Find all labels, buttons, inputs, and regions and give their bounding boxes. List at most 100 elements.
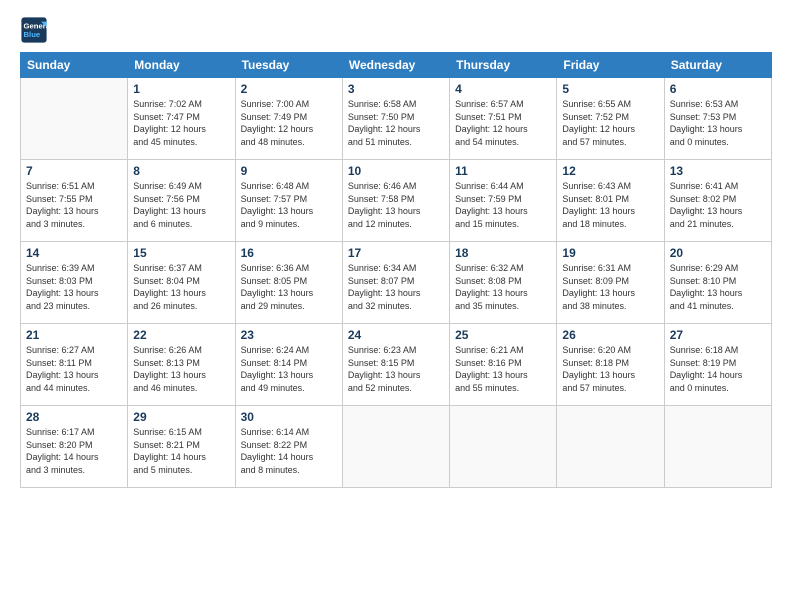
- day-number: 23: [241, 328, 337, 342]
- day-number: 3: [348, 82, 444, 96]
- day-cell: 21Sunrise: 6:27 AMSunset: 8:11 PMDayligh…: [21, 324, 128, 406]
- day-cell: 9 Sunrise: 6:48 AMSunset: 7:57 PMDaylight…: [235, 160, 342, 242]
- day-header-monday: Monday: [128, 53, 235, 78]
- day-cell: 19 Sunrise: 6:31 AMSunset: 8:09 PMDayligh…: [557, 242, 664, 324]
- day-number: 28: [26, 410, 122, 424]
- day-info: Sunrise: 6:14 AMSunset: 8:22 PMDaylight:…: [241, 426, 337, 476]
- day-number: 30: [241, 410, 337, 424]
- day-cell: [342, 406, 449, 488]
- day-cell: 27 Sunrise: 6:18 AMSunset: 8:19 PMDayligh…: [664, 324, 771, 406]
- calendar-table: SundayMondayTuesdayWednesdayThursdayFrid…: [20, 52, 772, 488]
- day-cell: 11 Sunrise: 6:44 AMSunset: 7:59 PMDayligh…: [450, 160, 557, 242]
- day-cell: 26Sunrise: 6:20 AMSunset: 8:18 PMDayligh…: [557, 324, 664, 406]
- day-cell: 29 Sunrise: 6:15 AMSunset: 8:21 PMDayligh…: [128, 406, 235, 488]
- day-number: 10: [348, 164, 444, 178]
- day-cell: 24Sunrise: 6:23 AMSunset: 8:15 PMDayligh…: [342, 324, 449, 406]
- day-number: 20: [670, 246, 766, 260]
- day-number: 27: [670, 328, 766, 342]
- day-cell: 16 Sunrise: 6:36 AMSunset: 8:05 PMDayligh…: [235, 242, 342, 324]
- day-cell: 13 Sunrise: 6:41 AMSunset: 8:02 PMDayligh…: [664, 160, 771, 242]
- svg-text:Blue: Blue: [24, 30, 41, 39]
- day-number: 11: [455, 164, 551, 178]
- day-cell: 20 Sunrise: 6:29 AMSunset: 8:10 PMDayligh…: [664, 242, 771, 324]
- day-number: 25: [455, 328, 551, 342]
- day-number: 19: [562, 246, 658, 260]
- day-number: 14: [26, 246, 122, 260]
- day-number: 9: [241, 164, 337, 178]
- day-cell: 4 Sunrise: 6:57 AMSunset: 7:51 PMDaylight…: [450, 78, 557, 160]
- day-cell: 15 Sunrise: 6:37 AMSunset: 8:04 PMDayligh…: [128, 242, 235, 324]
- day-cell: 28 Sunrise: 6:17 AMSunset: 8:20 PMDayligh…: [21, 406, 128, 488]
- day-info: Sunrise: 6:53 AMSunset: 7:53 PMDaylight:…: [670, 98, 766, 148]
- day-cell: 10 Sunrise: 6:46 AMSunset: 7:58 PMDayligh…: [342, 160, 449, 242]
- day-header-tuesday: Tuesday: [235, 53, 342, 78]
- day-number: 26: [562, 328, 658, 342]
- day-header-friday: Friday: [557, 53, 664, 78]
- day-cell: 14 Sunrise: 6:39 AMSunset: 8:03 PMDayligh…: [21, 242, 128, 324]
- day-cell: 6 Sunrise: 6:53 AMSunset: 7:53 PMDaylight…: [664, 78, 771, 160]
- day-info: Sunrise: 6:18 AMSunset: 8:19 PMDaylight:…: [670, 344, 766, 394]
- day-info: Sunrise: 6:58 AMSunset: 7:50 PMDaylight:…: [348, 98, 444, 148]
- day-number: 22: [133, 328, 229, 342]
- day-number: 8: [133, 164, 229, 178]
- day-info: Sunrise: 6:55 AMSunset: 7:52 PMDaylight:…: [562, 98, 658, 148]
- day-cell: 30 Sunrise: 6:14 AMSunset: 8:22 PMDayligh…: [235, 406, 342, 488]
- header: General Blue: [20, 16, 772, 44]
- day-cell: 2 Sunrise: 7:00 AMSunset: 7:49 PMDaylight…: [235, 78, 342, 160]
- day-info: Sunrise: 6:39 AMSunset: 8:03 PMDaylight:…: [26, 262, 122, 312]
- week-row-2: 7Sunrise: 6:51 AMSunset: 7:55 PMDaylight…: [21, 160, 772, 242]
- day-number: 29: [133, 410, 229, 424]
- day-info: Sunrise: 6:48 AMSunset: 7:57 PMDaylight:…: [241, 180, 337, 230]
- day-info: Sunrise: 6:44 AMSunset: 7:59 PMDaylight:…: [455, 180, 551, 230]
- day-info: Sunrise: 7:02 AMSunset: 7:47 PMDaylight:…: [133, 98, 229, 148]
- week-row-4: 21Sunrise: 6:27 AMSunset: 8:11 PMDayligh…: [21, 324, 772, 406]
- day-cell: 7Sunrise: 6:51 AMSunset: 7:55 PMDaylight…: [21, 160, 128, 242]
- day-cell: 1 Sunrise: 7:02 AMSunset: 7:47 PMDaylight…: [128, 78, 235, 160]
- logo-icon: General Blue: [20, 16, 48, 44]
- day-info: Sunrise: 6:51 AMSunset: 7:55 PMDaylight:…: [26, 180, 122, 230]
- day-info: Sunrise: 6:37 AMSunset: 8:04 PMDaylight:…: [133, 262, 229, 312]
- day-cell: [664, 406, 771, 488]
- week-row-1: 1 Sunrise: 7:02 AMSunset: 7:47 PMDaylight…: [21, 78, 772, 160]
- day-info: Sunrise: 6:46 AMSunset: 7:58 PMDaylight:…: [348, 180, 444, 230]
- day-number: 13: [670, 164, 766, 178]
- day-number: 6: [670, 82, 766, 96]
- day-number: 17: [348, 246, 444, 260]
- day-info: Sunrise: 6:29 AMSunset: 8:10 PMDaylight:…: [670, 262, 766, 312]
- day-cell: [450, 406, 557, 488]
- day-info: Sunrise: 6:32 AMSunset: 8:08 PMDaylight:…: [455, 262, 551, 312]
- logo: General Blue: [20, 16, 52, 44]
- day-number: 12: [562, 164, 658, 178]
- day-header-saturday: Saturday: [664, 53, 771, 78]
- day-header-thursday: Thursday: [450, 53, 557, 78]
- day-cell: 18 Sunrise: 6:32 AMSunset: 8:08 PMDayligh…: [450, 242, 557, 324]
- day-info: Sunrise: 6:17 AMSunset: 8:20 PMDaylight:…: [26, 426, 122, 476]
- week-row-3: 14 Sunrise: 6:39 AMSunset: 8:03 PMDayligh…: [21, 242, 772, 324]
- day-info: Sunrise: 6:36 AMSunset: 8:05 PMDaylight:…: [241, 262, 337, 312]
- day-info: Sunrise: 6:31 AMSunset: 8:09 PMDaylight:…: [562, 262, 658, 312]
- day-cell: 12 Sunrise: 6:43 AMSunset: 8:01 PMDayligh…: [557, 160, 664, 242]
- day-number: 1: [133, 82, 229, 96]
- day-info: Sunrise: 6:43 AMSunset: 8:01 PMDaylight:…: [562, 180, 658, 230]
- day-number: 18: [455, 246, 551, 260]
- day-number: 16: [241, 246, 337, 260]
- day-cell: [557, 406, 664, 488]
- day-number: 2: [241, 82, 337, 96]
- day-cell: 17 Sunrise: 6:34 AMSunset: 8:07 PMDayligh…: [342, 242, 449, 324]
- day-info: Sunrise: 6:57 AMSunset: 7:51 PMDaylight:…: [455, 98, 551, 148]
- day-number: 21: [26, 328, 122, 342]
- day-info: Sunrise: 6:15 AMSunset: 8:21 PMDaylight:…: [133, 426, 229, 476]
- day-number: 5: [562, 82, 658, 96]
- day-cell: 8Sunrise: 6:49 AMSunset: 7:56 PMDaylight…: [128, 160, 235, 242]
- day-cell: 23Sunrise: 6:24 AMSunset: 8:14 PMDayligh…: [235, 324, 342, 406]
- day-cell: 22 Sunrise: 6:26 AMSunset: 8:13 PMDayligh…: [128, 324, 235, 406]
- header-row: SundayMondayTuesdayWednesdayThursdayFrid…: [21, 53, 772, 78]
- day-info: Sunrise: 6:34 AMSunset: 8:07 PMDaylight:…: [348, 262, 444, 312]
- day-number: 15: [133, 246, 229, 260]
- day-info: Sunrise: 6:41 AMSunset: 8:02 PMDaylight:…: [670, 180, 766, 230]
- day-info: Sunrise: 6:21 AMSunset: 8:16 PMDaylight:…: [455, 344, 551, 394]
- day-info: Sunrise: 6:26 AMSunset: 8:13 PMDaylight:…: [133, 344, 229, 394]
- day-info: Sunrise: 7:00 AMSunset: 7:49 PMDaylight:…: [241, 98, 337, 148]
- day-number: 4: [455, 82, 551, 96]
- day-header-wednesday: Wednesday: [342, 53, 449, 78]
